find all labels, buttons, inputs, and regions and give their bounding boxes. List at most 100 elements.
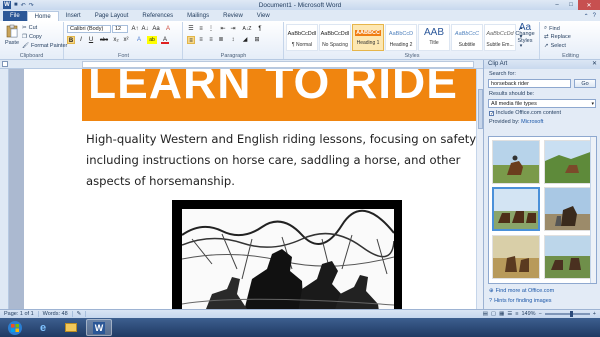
change-case-button[interactable]: Aa: [152, 25, 160, 33]
line-spacing-icon[interactable]: ↕: [229, 36, 237, 44]
tab-references[interactable]: References: [135, 11, 180, 21]
hints-link[interactable]: ? Hints for finding images: [489, 298, 552, 304]
text-effects-icon[interactable]: A: [135, 36, 143, 44]
go-button[interactable]: Go: [574, 79, 596, 88]
align-left-icon[interactable]: ≡: [187, 36, 195, 44]
taskbar-word[interactable]: W: [86, 319, 112, 336]
align-right-icon[interactable]: ≡: [207, 36, 215, 44]
multilevel-list-icon[interactable]: ⋮: [207, 25, 215, 33]
microsoft-link[interactable]: Microsoft: [521, 119, 543, 125]
font-size-select[interactable]: 12: [112, 25, 128, 33]
select-button[interactable]: ➚ Select: [544, 43, 566, 49]
tab-mailings[interactable]: Mailings: [180, 11, 216, 21]
style-subtle-emphasis[interactable]: AaBbCcDd Subtle Em...: [484, 24, 516, 51]
grow-font-button[interactable]: A↑: [131, 25, 139, 33]
style-normal[interactable]: AaBbCcDdI ¶ Normal: [286, 24, 318, 51]
shrink-font-button[interactable]: A↓: [141, 25, 149, 33]
banner-image[interactable]: LEARN TO RIDE: [82, 69, 476, 121]
find-button[interactable]: ⌕ Find: [544, 25, 560, 32]
taskbar-explorer[interactable]: [58, 319, 84, 336]
highlight-button[interactable]: ab: [147, 36, 157, 44]
align-center-icon[interactable]: ≡: [197, 36, 205, 44]
proofing-icon[interactable]: ✎: [73, 311, 87, 317]
subscript-button[interactable]: x₂: [112, 36, 120, 44]
minimize-ribbon-icon[interactable]: ⌃: [584, 13, 589, 20]
clear-formatting-button[interactable]: A: [164, 25, 172, 33]
style-heading-2[interactable]: AaBbCcD Heading 2: [385, 24, 417, 51]
borders-icon[interactable]: ⊞: [253, 36, 261, 44]
print-layout-icon[interactable]: ▤: [483, 311, 488, 317]
change-styles-button[interactable]: Aa Change Styles: [514, 23, 536, 45]
format-painter-button[interactable]: 🖌 Format Painter: [22, 43, 67, 49]
font-family-select[interactable]: Calibri (Body): [67, 25, 111, 33]
clip-thumbnail[interactable]: [544, 235, 592, 279]
document-page[interactable]: LEARN TO RIDE High-quality Western and E…: [24, 69, 476, 309]
include-office-checkbox[interactable]: ✓ Include Office.com content: [489, 110, 561, 116]
horse-sketch-image[interactable]: [172, 200, 402, 309]
save-icon[interactable]: ■: [14, 2, 18, 8]
page-count[interactable]: Page: 1 of 1: [0, 311, 39, 317]
outline-icon[interactable]: ☰: [507, 311, 512, 317]
italic-button[interactable]: I: [77, 36, 85, 44]
cut-button[interactable]: ✂ Cut: [22, 25, 37, 31]
bold-button[interactable]: B: [67, 36, 75, 44]
clip-thumbnail[interactable]: [492, 140, 540, 184]
media-type-select[interactable]: All media file types ▾: [488, 99, 596, 108]
tab-insert[interactable]: Insert: [59, 11, 88, 21]
horizontal-ruler[interactable]: [0, 60, 483, 69]
style-no-spacing[interactable]: AaBbCcDdI No Spacing: [319, 24, 351, 51]
underline-button[interactable]: U: [87, 36, 95, 44]
undo-icon[interactable]: ↶: [21, 2, 26, 9]
clip-thumbnail[interactable]: [544, 187, 592, 231]
zoom-slider[interactable]: [544, 311, 590, 317]
redo-icon[interactable]: ↷: [29, 2, 34, 9]
maximize-button[interactable]: □: [564, 0, 578, 10]
style-heading-1[interactable]: AABBCC Heading 1: [352, 24, 384, 51]
tab-review[interactable]: Review: [216, 11, 250, 21]
superscript-button[interactable]: x²: [122, 36, 130, 44]
clip-thumbnail-selected[interactable]: [492, 187, 540, 231]
strikethrough-button[interactable]: abc: [98, 36, 110, 44]
bullets-icon[interactable]: ☰: [187, 25, 195, 33]
font-color-button[interactable]: A: [161, 36, 169, 44]
numbering-icon[interactable]: ≡: [197, 25, 205, 33]
justify-icon[interactable]: ≣: [217, 36, 225, 44]
vertical-scrollbar[interactable]: [476, 69, 483, 309]
tab-selector-icon[interactable]: [2, 61, 8, 67]
find-more-link[interactable]: ⊕ Find more at Office.com: [489, 288, 554, 294]
draft-icon[interactable]: ≡: [515, 311, 518, 317]
vertical-ruler[interactable]: [0, 69, 9, 309]
tab-view[interactable]: View: [250, 11, 277, 21]
style-subtitle[interactable]: AaBbCcC Subtitle: [451, 24, 483, 51]
tab-page-layout[interactable]: Page Layout: [88, 11, 136, 21]
start-button[interactable]: [2, 319, 28, 336]
sort-button[interactable]: A↓Z: [241, 25, 253, 33]
body-paragraph[interactable]: High-quality Western and English riding …: [86, 129, 476, 192]
close-pane-button[interactable]: ✕: [592, 60, 597, 69]
style-title[interactable]: AAB Title: [418, 24, 450, 51]
word-count[interactable]: Words: 48: [39, 311, 73, 317]
increase-indent-icon[interactable]: ⇥: [229, 25, 237, 33]
close-button[interactable]: ✕: [578, 0, 600, 10]
full-screen-icon[interactable]: ▢: [491, 311, 496, 317]
word-logo-icon[interactable]: W: [3, 1, 11, 9]
minimize-button[interactable]: –: [550, 0, 564, 10]
tab-home[interactable]: Home: [26, 11, 59, 21]
search-input[interactable]: horseback rider: [488, 79, 571, 88]
shading-icon[interactable]: ◢: [241, 36, 249, 44]
replace-button[interactable]: ⇄ Replace: [544, 34, 571, 40]
paste-button[interactable]: Paste: [3, 24, 21, 46]
help-icon[interactable]: ?: [593, 13, 596, 19]
tab-file[interactable]: File: [3, 11, 27, 21]
taskbar-ie[interactable]: e: [30, 319, 56, 336]
decrease-indent-icon[interactable]: ⇤: [219, 25, 227, 33]
zoom-level[interactable]: 149%: [521, 311, 535, 317]
clip-thumbnail[interactable]: [492, 235, 540, 279]
show-formatting-button[interactable]: ¶: [256, 25, 264, 33]
results-scrollbar[interactable]: [590, 137, 596, 283]
zoom-slider-knob[interactable]: [569, 311, 573, 317]
zoom-in-icon[interactable]: +: [593, 311, 596, 317]
clip-thumbnail[interactable]: [544, 140, 592, 184]
web-layout-icon[interactable]: ▦: [499, 311, 504, 317]
copy-button[interactable]: ❐ Copy: [22, 34, 42, 40]
